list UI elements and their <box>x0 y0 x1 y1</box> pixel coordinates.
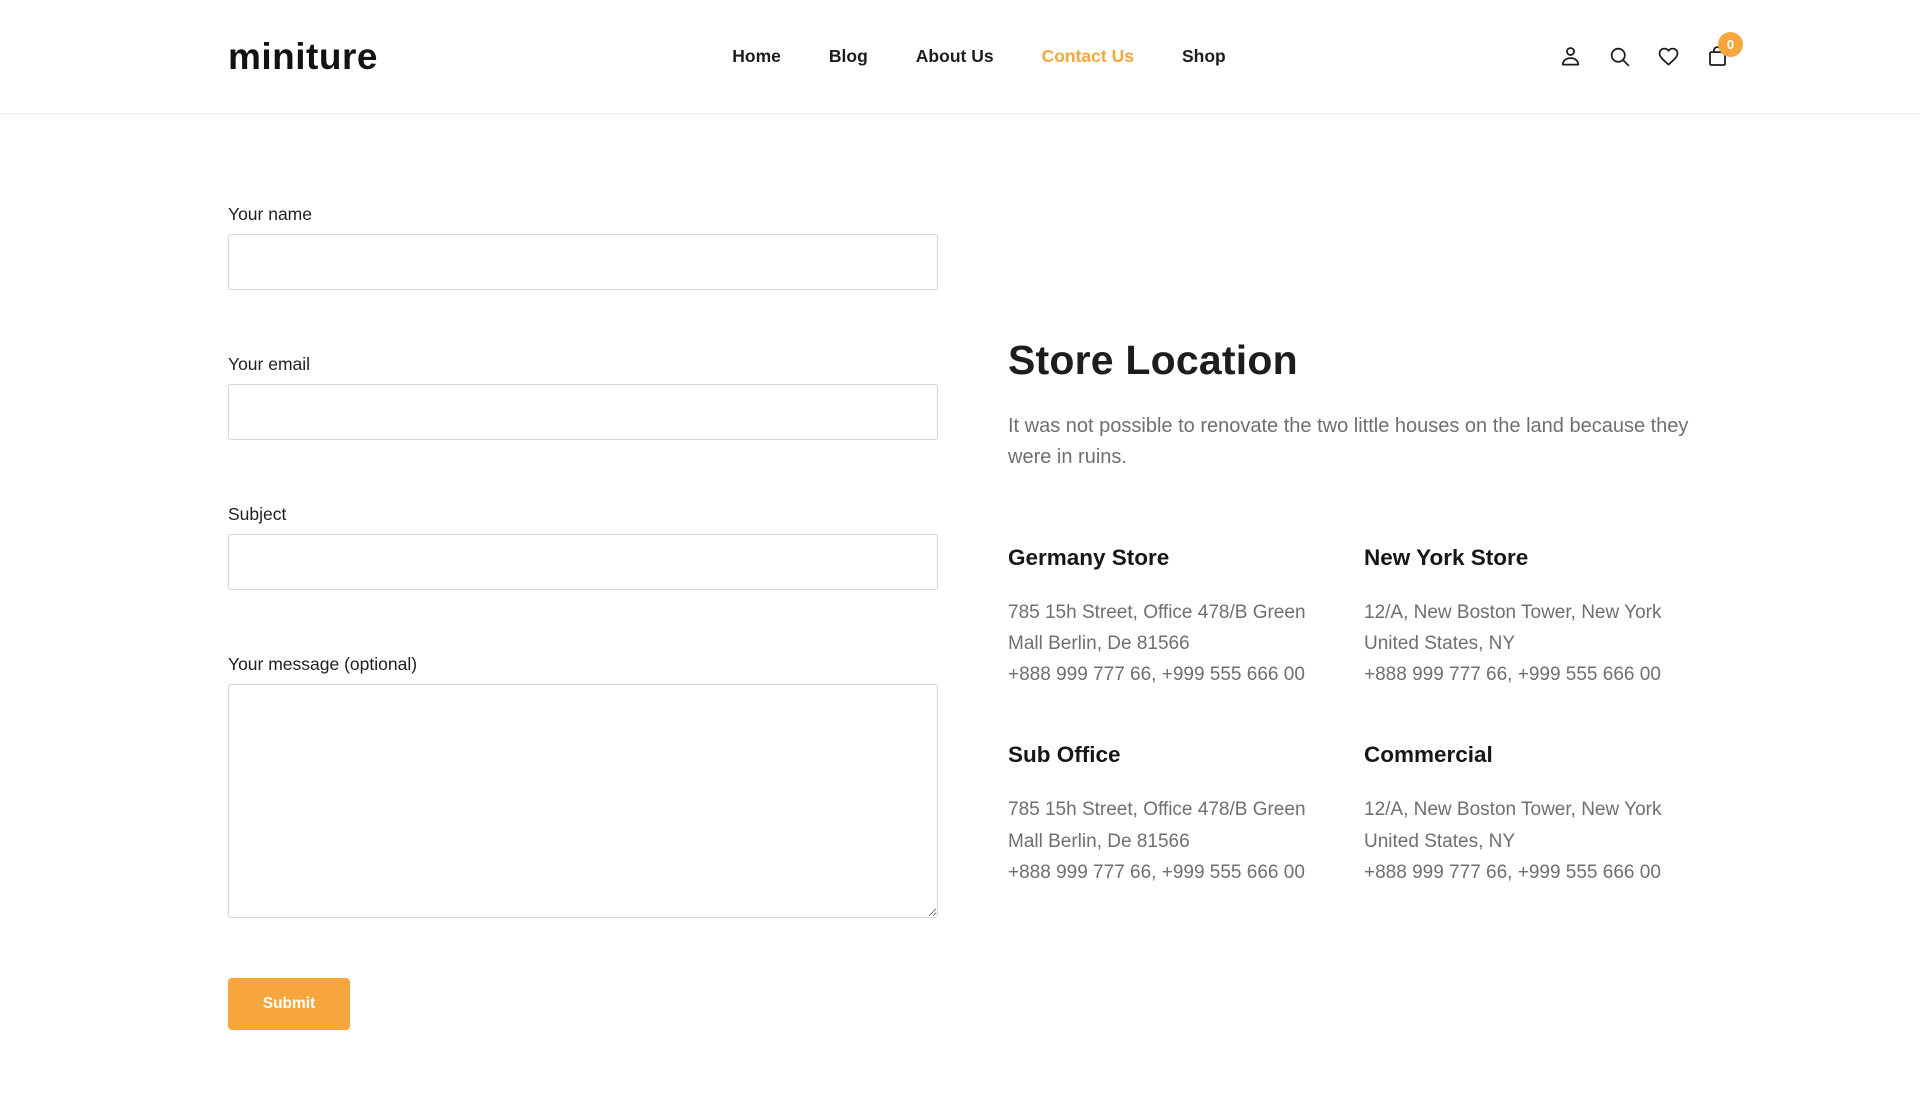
address-line: Mall Berlin, De 81566 <box>1008 628 1364 659</box>
message-field-group: Your message (optional) <box>228 654 938 918</box>
address-line: 785 15h Street, Office 478/B Green <box>1008 794 1364 825</box>
email-field-group: Your email <box>228 354 938 440</box>
subject-input[interactable] <box>228 534 938 590</box>
store-name: Sub Office <box>1008 742 1364 768</box>
store-block-commercial: Commercial 12/A, New Boston Tower, New Y… <box>1364 742 1714 887</box>
search-icon <box>1607 44 1632 69</box>
subject-field-group: Subject <box>228 504 938 590</box>
phone-line: +888 999 777 66, +999 555 666 00 <box>1364 659 1714 690</box>
address-line: United States, NY <box>1364 628 1714 659</box>
address-line: United States, NY <box>1364 826 1714 857</box>
header-icons: 0 <box>1226 44 1730 70</box>
nav-item-about-us[interactable]: About Us <box>916 46 994 67</box>
store-address: 12/A, New Boston Tower, New York United … <box>1364 597 1714 690</box>
address-line: 12/A, New Boston Tower, New York <box>1364 794 1714 825</box>
address-line: Mall Berlin, De 81566 <box>1008 826 1364 857</box>
store-grid: Germany Store 785 15h Street, Office 478… <box>1008 545 1714 888</box>
cart-button[interactable]: 0 <box>1704 44 1730 70</box>
store-name: Germany Store <box>1008 545 1364 571</box>
message-textarea[interactable] <box>228 684 938 918</box>
cart-count-badge: 0 <box>1718 32 1743 57</box>
account-button[interactable] <box>1557 44 1583 70</box>
store-location-title: Store Location <box>1008 337 1714 384</box>
address-line: 12/A, New Boston Tower, New York <box>1364 597 1714 628</box>
phone-line: +888 999 777 66, +999 555 666 00 <box>1364 857 1714 888</box>
address-line: 785 15h Street, Office 478/B Green <box>1008 597 1364 628</box>
name-input[interactable] <box>228 234 938 290</box>
store-address: 12/A, New Boston Tower, New York United … <box>1364 794 1714 887</box>
store-block-germany: Germany Store 785 15h Street, Office 478… <box>1008 545 1364 690</box>
store-name: Commercial <box>1364 742 1714 768</box>
store-block-new-york: New York Store 12/A, New Boston Tower, N… <box>1364 545 1714 690</box>
nav-item-home[interactable]: Home <box>732 46 781 67</box>
wishlist-button[interactable] <box>1655 44 1681 70</box>
name-field-label: Your name <box>228 204 938 225</box>
heart-icon <box>1656 44 1681 69</box>
store-location-section: Store Location It was not possible to re… <box>1008 204 1714 1030</box>
phone-line: +888 999 777 66, +999 555 666 00 <box>1008 857 1364 888</box>
message-field-label: Your message (optional) <box>228 654 938 675</box>
store-name: New York Store <box>1364 545 1714 571</box>
user-icon <box>1558 44 1583 69</box>
phone-line: +888 999 777 66, +999 555 666 00 <box>1008 659 1364 690</box>
name-field-group: Your name <box>228 204 938 290</box>
nav-item-contact-us[interactable]: Contact Us <box>1042 46 1134 67</box>
email-field-label: Your email <box>228 354 938 375</box>
nav-item-shop[interactable]: Shop <box>1182 46 1226 67</box>
contact-form: Your name Your email Subject Your messag… <box>228 204 938 1030</box>
site-header: miniture Home Blog About Us Contact Us S… <box>0 0 1920 114</box>
subject-field-label: Subject <box>228 504 938 525</box>
search-button[interactable] <box>1606 44 1632 70</box>
brand-logo[interactable]: miniture <box>228 36 732 78</box>
main-nav: Home Blog About Us Contact Us Shop <box>732 46 1225 67</box>
nav-item-blog[interactable]: Blog <box>829 46 868 67</box>
contact-page-main: Your name Your email Subject Your messag… <box>0 114 1920 1030</box>
email-input[interactable] <box>228 384 938 440</box>
store-address: 785 15h Street, Office 478/B Green Mall … <box>1008 597 1364 690</box>
submit-button[interactable]: Submit <box>228 978 350 1030</box>
store-location-description: It was not possible to renovate the two … <box>1008 411 1714 473</box>
store-address: 785 15h Street, Office 478/B Green Mall … <box>1008 794 1364 887</box>
store-block-sub-office: Sub Office 785 15h Street, Office 478/B … <box>1008 742 1364 887</box>
